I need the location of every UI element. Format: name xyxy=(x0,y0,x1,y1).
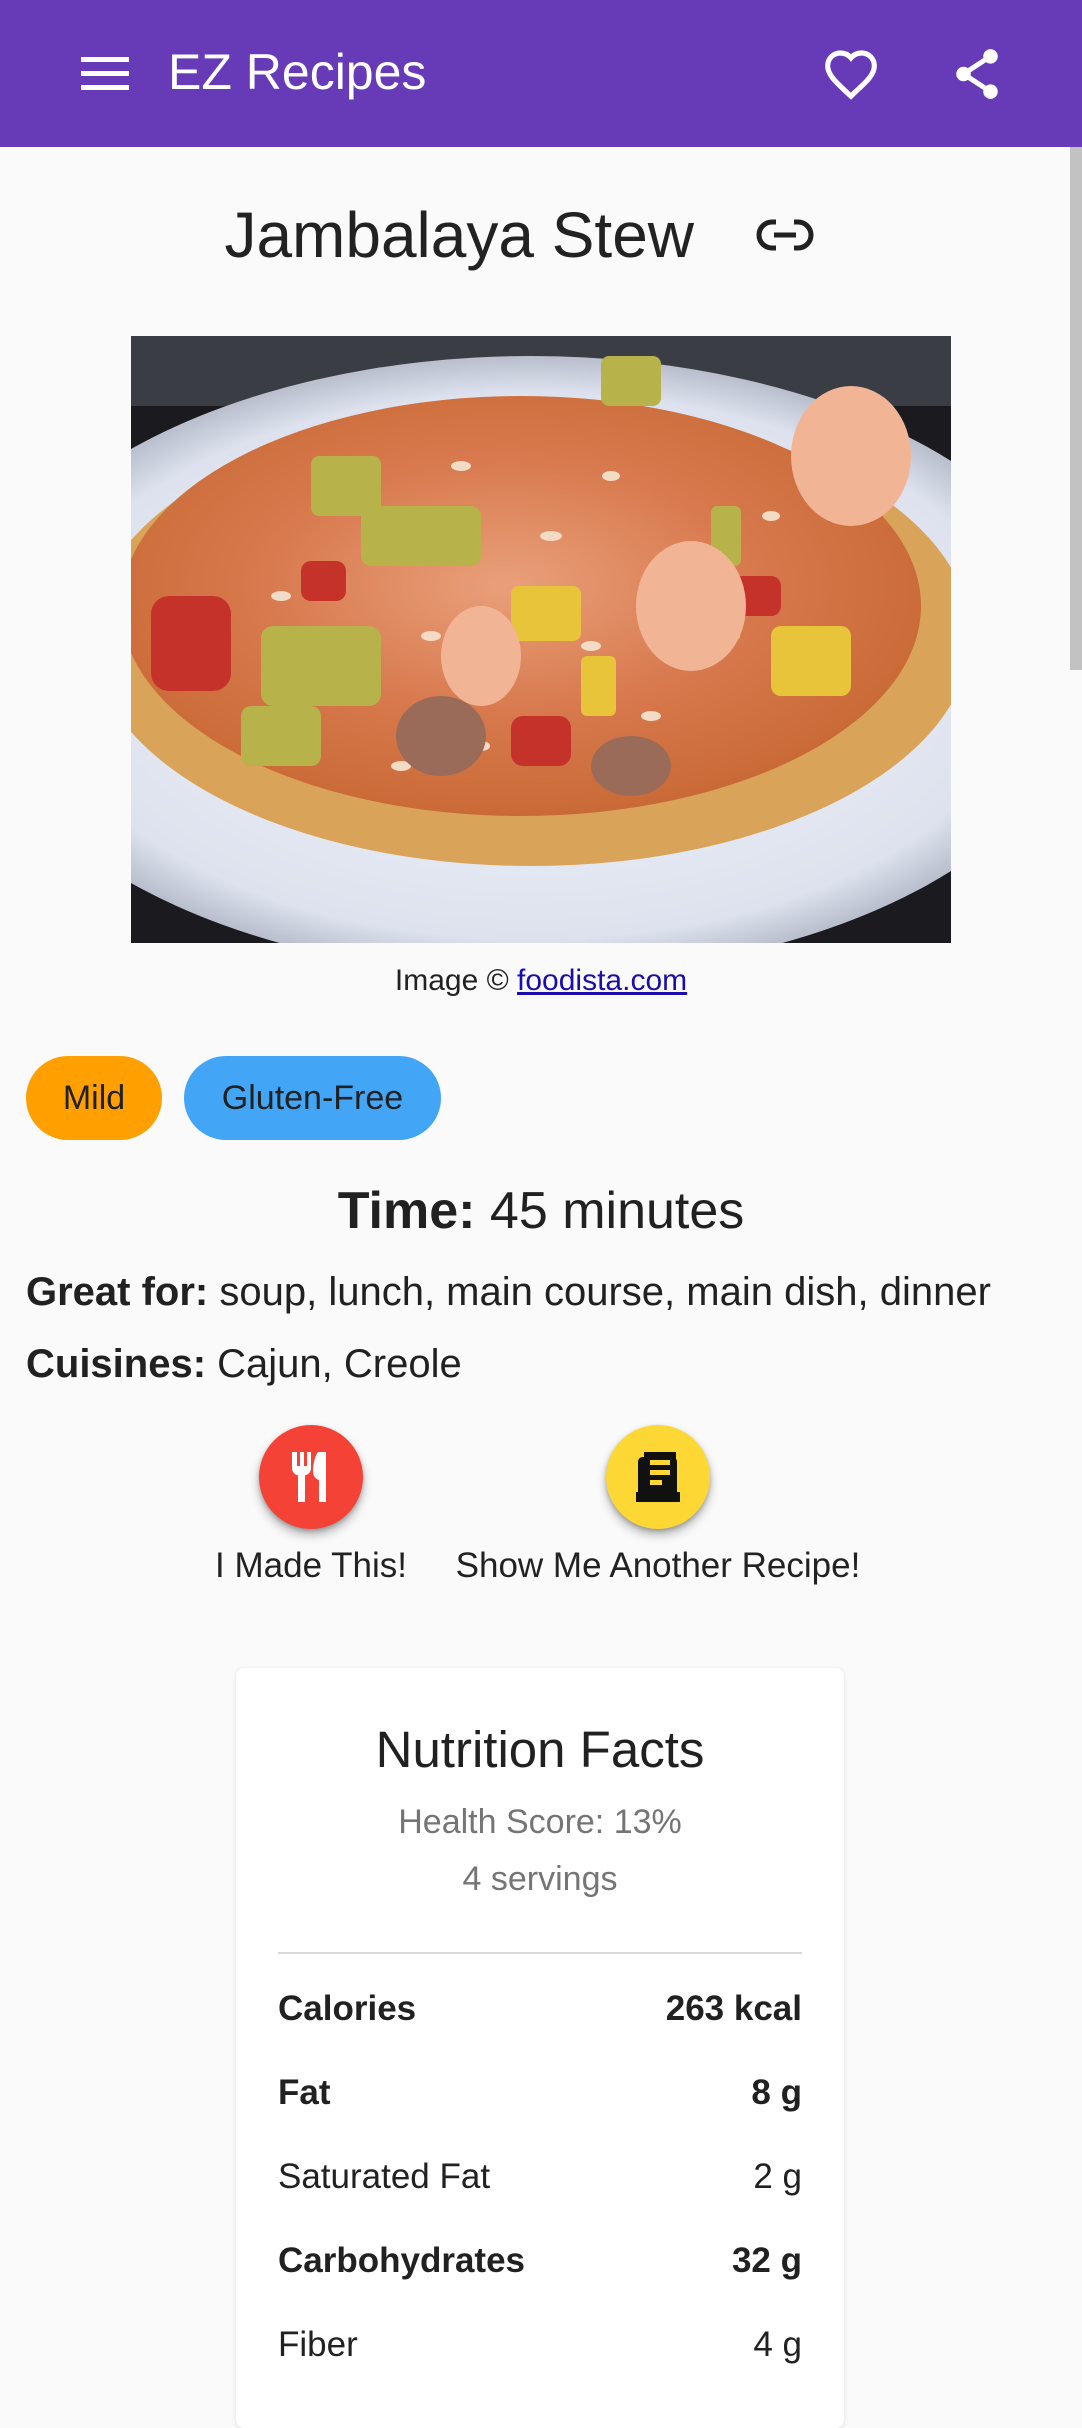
nutrient-value: 263 kcal xyxy=(665,1989,802,2028)
nutrition-facts-title: Nutrition Facts xyxy=(375,1721,705,1778)
image-credit-prefix: Image © xyxy=(394,964,518,997)
nutrient-name: Saturated Fat xyxy=(278,2157,491,2196)
nutrient-value: 32 g xyxy=(731,2241,802,2280)
gluten-free-chip: Gluten-Free xyxy=(184,1056,441,1140)
nutrient-name: Calories xyxy=(278,1989,417,2028)
cuisines-label: Cuisines: xyxy=(26,1342,207,1386)
i-made-this-label: I Made This! xyxy=(215,1546,407,1585)
servings: 4 servings xyxy=(462,1860,618,1898)
fork-knife-icon xyxy=(292,1452,326,1502)
time-label: Time: xyxy=(337,1182,476,1240)
receipt-icon xyxy=(636,1452,680,1502)
copy-link-button[interactable] xyxy=(740,200,830,270)
nutrition-row-fiber: Fiber 4 g xyxy=(278,2317,802,2373)
nutrient-name: Carbohydrates xyxy=(278,2241,526,2280)
cuisines-line: Cuisines: Cajun, Creole xyxy=(26,1336,462,1392)
menu-icon xyxy=(81,56,129,90)
recipe-image xyxy=(131,336,951,943)
menu-button[interactable] xyxy=(60,36,150,111)
image-credit: Image © foodista.com xyxy=(0,958,1082,1004)
nutrition-row-carbohydrates: Carbohydrates 32 g xyxy=(278,2233,802,2289)
show-another-recipe-label: Show Me Another Recipe! xyxy=(455,1546,861,1585)
nutrient-name: Fiber xyxy=(278,2325,358,2364)
great-for-value: soup, lunch, main course, main dish, din… xyxy=(208,1270,991,1314)
divider xyxy=(278,1952,802,1954)
nutrition-row-fat: Fat 8 g xyxy=(278,2065,802,2121)
nutrient-value: 8 g xyxy=(751,2073,802,2112)
app-title: EZ Recipes xyxy=(168,44,427,100)
spice-level-chip: Mild xyxy=(26,1056,162,1140)
time-line: Time: 45 minutes xyxy=(0,1176,1082,1246)
image-source-link[interactable]: foodista.com xyxy=(517,964,687,997)
nutrition-row-calories: Calories 263 kcal xyxy=(278,1981,802,2037)
nutrition-facts-card: Nutrition Facts Health Score: 13% 4 serv… xyxy=(236,1668,844,2428)
scrollbar[interactable] xyxy=(1070,147,1082,670)
share-icon xyxy=(956,48,998,99)
nutrient-value: 4 g xyxy=(753,2325,802,2364)
share-button[interactable] xyxy=(934,36,1020,111)
favorite-button[interactable] xyxy=(808,36,894,111)
nutrition-row-saturated-fat: Saturated Fat 2 g xyxy=(278,2149,802,2205)
heart-outline-icon xyxy=(825,49,877,100)
nutrient-name: Fat xyxy=(278,2073,331,2112)
health-score: Health Score: 13% xyxy=(398,1803,682,1841)
top-app-bar: EZ Recipes xyxy=(0,0,1082,147)
time-value: 45 minutes xyxy=(475,1182,745,1240)
link-icon xyxy=(756,218,814,252)
cuisines-value: Cajun, Creole xyxy=(206,1342,462,1386)
show-another-recipe-button[interactable] xyxy=(606,1425,710,1529)
great-for-line: Great for: soup, lunch, main course, mai… xyxy=(26,1264,991,1320)
nutrient-value: 2 g xyxy=(753,2157,802,2196)
i-made-this-button[interactable] xyxy=(259,1425,363,1529)
great-for-label: Great for: xyxy=(26,1270,209,1314)
